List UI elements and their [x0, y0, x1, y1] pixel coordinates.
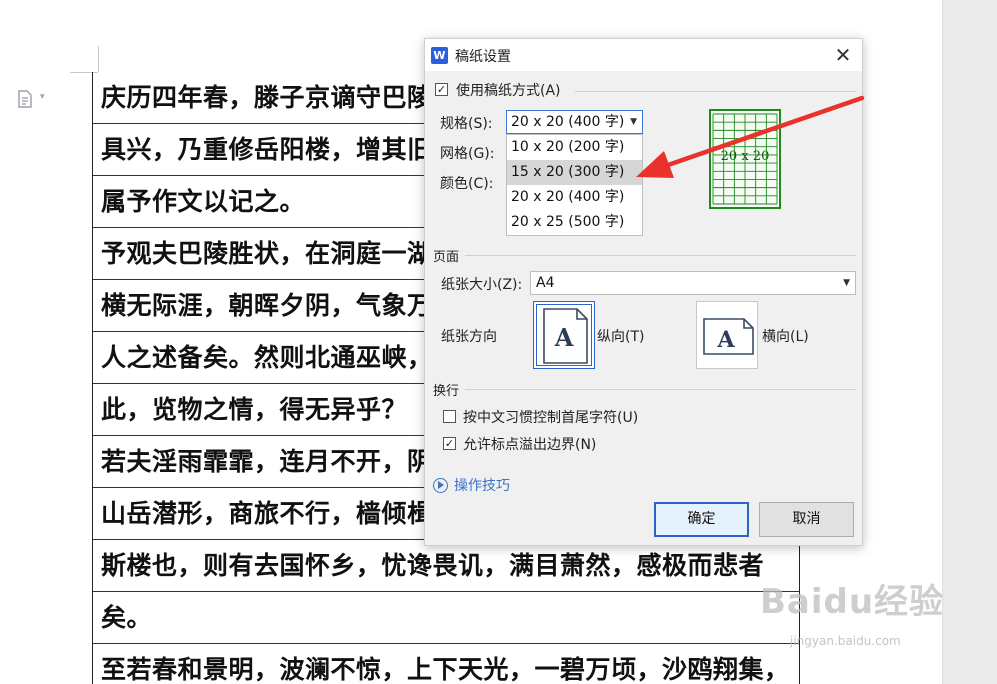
portrait-button[interactable]: A — [533, 301, 595, 369]
text-line: 至若春和景明，波澜不惊，上下天光，一碧万顷，沙鸥翔集， — [93, 644, 799, 684]
spec-option-10x20[interactable]: 10 x 20 (200 字) — [507, 135, 642, 160]
dropdown-arrow-icon: ▼ — [630, 117, 637, 127]
play-circle-icon — [433, 478, 448, 493]
spec-option-20x20[interactable]: 20 x 20 (400 字) — [507, 185, 642, 210]
landscape-letter: A — [716, 327, 735, 353]
close-button[interactable]: ✕ — [832, 44, 854, 66]
dialog-titlebar[interactable]: W 稿纸设置 ✕ — [425, 39, 862, 71]
dialog-title: 稿纸设置 — [455, 49, 511, 65]
caret-down-icon: ▾ — [40, 92, 45, 102]
page-section-title: 页面 — [433, 250, 460, 265]
landscape-button[interactable]: A — [696, 301, 758, 369]
page-corner-guide — [98, 46, 99, 72]
grid-label: 网格(G): — [440, 146, 495, 162]
grid-preview: 20 x 20 — [709, 109, 781, 209]
portrait-label[interactable]: 纵向(T) — [597, 326, 644, 346]
control-chars-checkbox[interactable] — [443, 410, 456, 423]
portrait-letter: A — [554, 323, 574, 352]
cancel-button[interactable]: 取消 — [759, 502, 854, 537]
paper-size-value: A4 — [536, 275, 555, 291]
color-label: 颜色(C): — [440, 176, 494, 192]
ok-button[interactable]: 确定 — [654, 502, 749, 537]
portrait-page-icon: A — [543, 308, 588, 364]
grid-paper-settings-dialog: W 稿纸设置 ✕ ✓ 使用稿纸方式(A) 规格(S): 网格(G): 颜色(C)… — [424, 38, 863, 546]
watermark-brand: Baidu经验 — [760, 582, 945, 622]
control-chars-label: 按中文习惯控制首尾字符(U) — [463, 410, 639, 426]
tips-link-label: 操作技巧 — [454, 478, 510, 494]
allow-overflow-checkbox[interactable]: ✓ — [443, 437, 456, 450]
wps-writer-icon: W — [431, 47, 448, 64]
allow-overflow-label: 允许标点溢出边界(N) — [463, 437, 597, 453]
spec-options-list: 10 x 20 (200 字) 15 x 20 (300 字) 20 x 20 … — [506, 134, 643, 236]
grid-preview-label: 20 x 20 — [720, 149, 770, 164]
text-line: 矣。 — [93, 592, 799, 644]
spec-option-15x20[interactable]: 15 x 20 (300 字) — [507, 160, 642, 185]
separator — [465, 255, 856, 256]
paper-size-dropdown[interactable]: A4 ▼ — [530, 271, 856, 295]
wrap-section-title: 换行 — [433, 384, 460, 399]
spec-option-20x25[interactable]: 20 x 25 (500 字) — [507, 210, 642, 235]
use-grid-paper-label: 使用稿纸方式(A) — [456, 83, 561, 99]
baidu-watermark: Baidu经验 jingyan.baidu.com — [760, 574, 960, 684]
spec-dropdown[interactable]: 20 x 20 (400 字) ▼ — [506, 110, 643, 134]
separator — [465, 389, 856, 390]
use-grid-paper-checkbox[interactable]: ✓ — [435, 83, 448, 96]
close-icon: ✕ — [834, 43, 852, 67]
dropdown-arrow-icon: ▼ — [843, 278, 850, 288]
tips-link[interactable]: 操作技巧 — [433, 475, 510, 495]
watermark-site: jingyan.baidu.com — [790, 634, 901, 648]
text-line: 斯楼也，则有去国怀乡，忧谗畏讥，满目萧然，感极而悲者 — [93, 540, 799, 592]
landscape-label[interactable]: 横向(L) — [762, 326, 809, 346]
spec-selected-value: 20 x 20 (400 字) — [511, 114, 625, 130]
separator — [575, 91, 856, 92]
orientation-label: 纸张方向 — [441, 329, 497, 345]
document-map-icon[interactable]: ▾ — [16, 90, 52, 110]
landscape-page-icon: A — [703, 318, 754, 355]
spec-label: 规格(S): — [440, 116, 493, 132]
paper-size-label: 纸张大小(Z): — [441, 277, 523, 293]
